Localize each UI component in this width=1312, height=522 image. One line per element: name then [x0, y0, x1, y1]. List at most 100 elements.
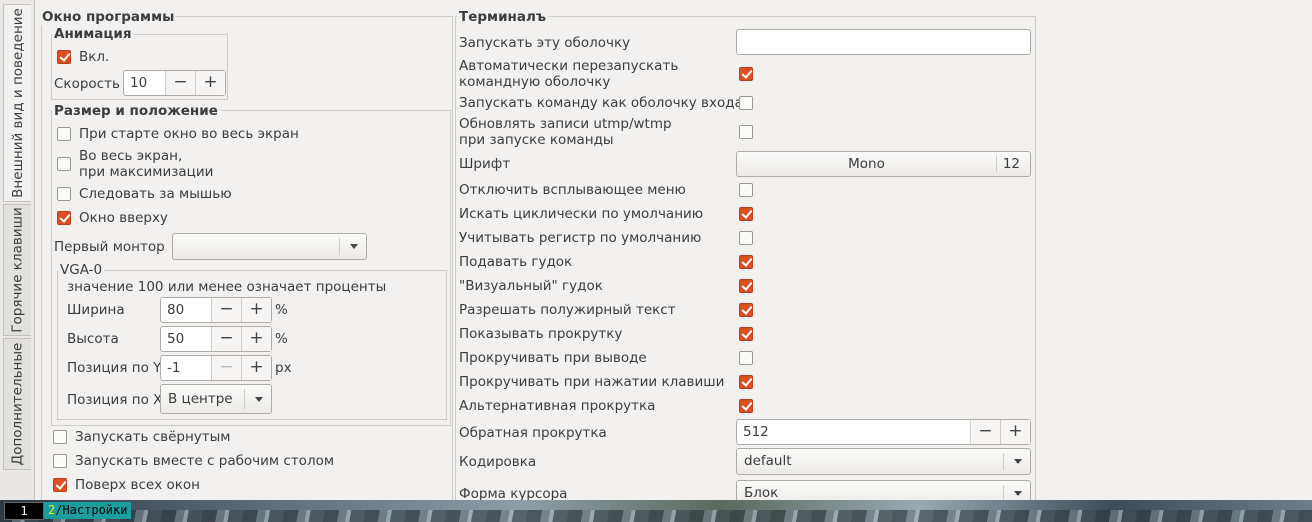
above-all-checkbox[interactable] — [53, 478, 67, 492]
bold-text-checkbox[interactable] — [739, 303, 753, 317]
cyclic-search-label: Искать циклически по умолчанию — [459, 206, 704, 222]
height-label: Высота — [67, 331, 119, 347]
visual-bell-checkbox[interactable] — [739, 279, 753, 293]
scrollback-decrement-button[interactable]: − — [970, 420, 1000, 444]
width-increment-button[interactable]: + — [241, 298, 271, 322]
bold-text-label: Разрешать полужирный текст — [459, 302, 676, 318]
encoding-combo[interactable]: default — [736, 448, 1031, 475]
scroll-output-checkbox[interactable] — [739, 351, 753, 365]
fullscreen-on-start-label: При старте окно во весь экран — [79, 126, 299, 142]
terminal-frame-title: Терминалъ — [457, 9, 548, 25]
scrollback-increment-button[interactable]: + — [1000, 420, 1030, 444]
posy-decrement-button[interactable]: − — [211, 356, 241, 380]
scrollback-value: 512 — [743, 424, 769, 440]
start-minimized-checkbox[interactable] — [53, 430, 67, 444]
posx-combo[interactable]: В центре — [160, 384, 272, 414]
posy-increment-button[interactable]: + — [241, 356, 271, 380]
posy-unit: px — [275, 360, 292, 376]
visual-bell-label: "Визуальный" гудок — [459, 278, 603, 294]
width-value: 80 — [167, 302, 185, 318]
posy-value: -1 — [167, 360, 181, 376]
follow-mouse-label: Следовать за мышью — [79, 186, 232, 202]
tab-hotkeys[interactable]: Горячие клавиши — [3, 204, 31, 336]
encoding-value: default — [744, 453, 792, 469]
height-spinbox[interactable]: 50 − + — [160, 326, 272, 352]
font-chooser-button[interactable]: Mono 12 — [736, 151, 1031, 177]
alt-scroll-checkbox[interactable] — [739, 399, 753, 413]
utmp-checkbox[interactable] — [739, 125, 753, 139]
show-scrollbar-checkbox[interactable] — [739, 327, 753, 341]
window-on-top-label: Окно вверху — [79, 210, 168, 226]
height-decrement-button[interactable]: − — [211, 327, 241, 351]
login-shell-label: Запускать команду как оболочку входа — [459, 95, 743, 111]
fullscreen-on-maximize-checkbox[interactable] — [57, 157, 71, 171]
chevron-down-icon — [1014, 459, 1022, 464]
window-frame-title: Окно программы — [40, 9, 177, 25]
width-label: Ширина — [67, 302, 125, 318]
utmp-label: Обновлять записи utmp/wtmp при запуске к… — [459, 116, 672, 148]
auto-restart-checkbox[interactable] — [739, 67, 753, 81]
first-monitor-combo[interactable] — [172, 233, 367, 260]
posy-label: Позиция по Y — [67, 360, 162, 376]
vga-title: VGA-0 — [58, 262, 105, 278]
case-search-label: Учитывать регистр по умолчанию — [459, 230, 702, 246]
tab-appearance[interactable]: Внешний вид и поведение — [3, 4, 31, 202]
height-value: 50 — [167, 331, 185, 347]
settings-content: Окно программы Анимация Вкл. Скорость 10… — [34, 0, 1312, 507]
login-shell-checkbox[interactable] — [739, 96, 753, 110]
alt-scroll-label: Альтернативная прокрутка — [459, 398, 656, 414]
width-decrement-button[interactable]: − — [211, 298, 241, 322]
tab-advanced[interactable]: Дополнительные — [3, 338, 31, 470]
scroll-keystroke-checkbox[interactable] — [739, 375, 753, 389]
shell-input[interactable] — [736, 29, 1031, 55]
disable-popup-label: Отключить всплывающее меню — [459, 182, 686, 198]
font-label: Шрифт — [459, 156, 511, 172]
encoding-label: Кодировка — [459, 454, 537, 470]
workspace-2-button[interactable]: 2/Настройки — [44, 502, 132, 519]
start-with-desktop-checkbox[interactable] — [53, 454, 67, 468]
posy-spinbox[interactable]: -1 − + — [160, 355, 272, 381]
fullscreen-on-maximize-label: Во весь экран, при максимизации — [79, 148, 214, 180]
speed-label: Скорость — [54, 76, 120, 92]
window-on-top-checkbox[interactable] — [57, 211, 71, 225]
scrollback-spinbox[interactable]: 512 − + — [736, 419, 1031, 445]
workspace-1-button[interactable]: 1 — [4, 502, 44, 520]
height-increment-button[interactable]: + — [241, 327, 271, 351]
font-size: 12 — [1002, 156, 1020, 172]
scrollback-label: Обратная прокрутка — [459, 425, 607, 441]
wallpaper-mountains — [0, 510, 1312, 522]
case-search-checkbox[interactable] — [739, 231, 753, 245]
scroll-keystroke-label: Прокручивать при нажатии клавиши — [459, 374, 725, 390]
above-all-label: Поверх всех окон — [75, 477, 200, 493]
taskbar: 1 2/Настройки — [0, 500, 1312, 522]
speed-increment-button[interactable]: + — [195, 71, 225, 95]
width-spinbox[interactable]: 80 − + — [160, 297, 272, 323]
font-name: Mono — [848, 156, 885, 172]
chevron-down-icon — [1014, 491, 1022, 496]
scroll-output-label: Прокручивать при выводе — [459, 350, 647, 366]
vga-hint: значение 100 или менее означает проценты — [67, 279, 387, 295]
shell-label: Запускать эту оболочку — [459, 35, 631, 51]
start-minimized-label: Запускать свёрнутым — [75, 429, 231, 445]
follow-mouse-checkbox[interactable] — [57, 187, 71, 201]
posx-value: В центре — [168, 391, 233, 407]
fullscreen-on-start-checkbox[interactable] — [57, 127, 71, 141]
posx-label: Позиция по X — [67, 392, 163, 408]
animation-enabled-label: Вкл. — [79, 49, 110, 65]
cyclic-search-checkbox[interactable] — [739, 207, 753, 221]
auto-restart-label: Автоматически перезапускать командную об… — [459, 58, 679, 90]
bell-label: Подавать гудок — [459, 254, 573, 270]
first-monitor-label: Первый монтор — [54, 239, 165, 255]
start-with-desktop-label: Запускать вместе с рабочим столом — [75, 453, 335, 469]
settings-tab-strip: Внешний вид и поведение Горячие клавиши … — [0, 0, 34, 500]
speed-decrement-button[interactable]: − — [165, 71, 195, 95]
animation-enabled-checkbox[interactable] — [57, 50, 71, 64]
height-unit: % — [275, 331, 288, 347]
speed-spinbox[interactable]: 10 − + — [123, 70, 226, 96]
bell-checkbox[interactable] — [739, 255, 753, 269]
speed-value: 10 — [130, 75, 148, 91]
size-position-title: Размер и положение — [52, 103, 220, 119]
chevron-down-icon — [255, 397, 263, 402]
width-unit: % — [275, 302, 288, 318]
disable-popup-checkbox[interactable] — [739, 183, 753, 197]
